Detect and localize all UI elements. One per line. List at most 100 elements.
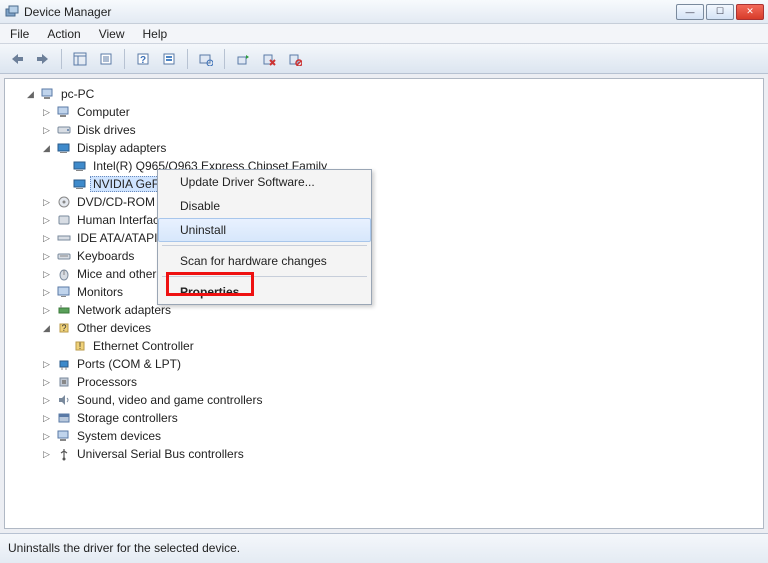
separator [124, 49, 125, 69]
tree-node-monitors[interactable]: ▷ Monitors [9, 283, 759, 301]
collapse-icon[interactable]: ◢ [41, 323, 52, 334]
computer-icon [56, 104, 72, 120]
back-button[interactable] [6, 48, 28, 70]
tree-node-dvd[interactable]: ▷ DVD/CD-ROM d [9, 193, 759, 211]
separator [61, 49, 62, 69]
computer-icon [40, 86, 56, 102]
display-adapter-icon [72, 176, 88, 192]
ctx-scan-hardware[interactable]: Scan for hardware changes [158, 249, 371, 273]
context-menu: Update Driver Software... Disable Uninst… [157, 169, 372, 305]
action-button[interactable] [158, 48, 180, 70]
separator [224, 49, 225, 69]
expand-icon[interactable]: ▷ [41, 107, 52, 118]
tree-label: IDE ATA/ATAPI [74, 230, 160, 246]
tree-node-system[interactable]: ▷ System devices [9, 427, 759, 445]
tree-node-display-adapters[interactable]: ◢ Display adapters [9, 139, 759, 157]
tree-node-disk-drives[interactable]: ▷ Disk drives [9, 121, 759, 139]
other-devices-icon: ? [56, 320, 72, 336]
tree-node-ethernet[interactable]: ! Ethernet Controller [9, 337, 759, 355]
tree-label: Monitors [74, 284, 126, 300]
usb-icon [56, 446, 72, 462]
menu-action[interactable]: Action [43, 26, 84, 42]
expand-icon[interactable]: ▷ [41, 431, 52, 442]
tree-node-keyboards[interactable]: ▷ Keyboards [9, 247, 759, 265]
mouse-icon [56, 266, 72, 282]
svg-text:?: ? [140, 55, 146, 66]
expand-icon[interactable]: ▷ [41, 377, 52, 388]
properties-button[interactable] [95, 48, 117, 70]
tree-node-hid[interactable]: ▷ Human Interface [9, 211, 759, 229]
close-button[interactable]: ✕ [736, 4, 764, 20]
expand-icon[interactable]: ▷ [41, 449, 52, 460]
collapse-icon[interactable]: ◢ [25, 89, 36, 100]
ctx-uninstall[interactable]: Uninstall [158, 218, 371, 242]
tree-label: Ethernet Controller [90, 338, 197, 354]
tree-node-nvidia-gpu[interactable]: NVIDIA GeFo [9, 175, 759, 193]
ctx-disable[interactable]: Disable [158, 194, 371, 218]
dvd-icon [56, 194, 72, 210]
tree-node-storage[interactable]: ▷ Storage controllers [9, 409, 759, 427]
spacer [57, 179, 68, 190]
tree-node-other[interactable]: ◢ ? Other devices [9, 319, 759, 337]
tree-root-label: pc-PC [58, 86, 97, 102]
ctx-properties-label: Properties [180, 285, 239, 299]
tree-root[interactable]: ◢ pc-PC [9, 85, 759, 103]
scan-hardware-button[interactable] [195, 48, 217, 70]
tree-node-computer[interactable]: ▷ Computer [9, 103, 759, 121]
expand-icon[interactable]: ▷ [41, 395, 52, 406]
window-buttons: — ☐ ✕ [676, 4, 764, 20]
help-button[interactable]: ? [132, 48, 154, 70]
tree-label: Display adapters [74, 140, 169, 156]
monitor-icon [56, 284, 72, 300]
tree-node-processors[interactable]: ▷ Processors [9, 373, 759, 391]
tree-label: Disk drives [74, 122, 139, 138]
expand-icon[interactable]: ▷ [41, 197, 52, 208]
display-adapter-icon [56, 140, 72, 156]
spacer [57, 161, 68, 172]
disable-button[interactable] [284, 48, 306, 70]
disk-icon [56, 122, 72, 138]
system-icon [56, 428, 72, 444]
expand-icon[interactable]: ▷ [41, 125, 52, 136]
separator [162, 276, 367, 277]
tree-node-ports[interactable]: ▷ Ports (COM & LPT) [9, 355, 759, 373]
tree-node-ide[interactable]: ▷ IDE ATA/ATAPI [9, 229, 759, 247]
ctx-update-driver[interactable]: Update Driver Software... [158, 170, 371, 194]
menu-file[interactable]: File [6, 26, 33, 42]
maximize-button[interactable]: ☐ [706, 4, 734, 20]
update-driver-button[interactable] [232, 48, 254, 70]
tree-label: Human Interface [74, 212, 169, 228]
forward-button[interactable] [32, 48, 54, 70]
expand-icon[interactable]: ▷ [41, 305, 52, 316]
minimize-button[interactable]: — [676, 4, 704, 20]
separator [187, 49, 188, 69]
tree-label: Storage controllers [74, 410, 181, 426]
expand-icon[interactable]: ▷ [41, 359, 52, 370]
uninstall-button[interactable] [258, 48, 280, 70]
show-hide-tree-button[interactable] [69, 48, 91, 70]
tree-node-usb[interactable]: ▷ Universal Serial Bus controllers [9, 445, 759, 463]
expand-icon[interactable]: ▷ [41, 413, 52, 424]
processor-icon [56, 374, 72, 390]
display-adapter-icon [72, 158, 88, 174]
tree-node-intel-gpu[interactable]: Intel(R) Q965/Q963 Express Chipset Famil… [9, 157, 759, 175]
tree-label: DVD/CD-ROM d [74, 194, 168, 210]
tree-node-mice[interactable]: ▷ Mice and other p [9, 265, 759, 283]
menu-view[interactable]: View [95, 26, 129, 42]
statusbar-text: Uninstalls the driver for the selected d… [8, 541, 240, 555]
expand-icon[interactable]: ▷ [41, 233, 52, 244]
collapse-icon[interactable]: ◢ [41, 143, 52, 154]
tree-node-sound[interactable]: ▷ Sound, video and game controllers [9, 391, 759, 409]
expand-icon[interactable]: ▷ [41, 269, 52, 280]
tree-label: Computer [74, 104, 133, 120]
tree-node-network[interactable]: ▷ Network adapters [9, 301, 759, 319]
expand-icon[interactable]: ▷ [41, 251, 52, 262]
window-title: Device Manager [24, 5, 676, 19]
menu-help[interactable]: Help [139, 26, 172, 42]
warning-device-icon: ! [72, 338, 88, 354]
tree-label: Keyboards [74, 248, 137, 264]
ctx-properties[interactable]: Properties [158, 280, 371, 304]
expand-icon[interactable]: ▷ [41, 287, 52, 298]
expand-icon[interactable]: ▷ [41, 215, 52, 226]
tree-label: Processors [74, 374, 140, 390]
